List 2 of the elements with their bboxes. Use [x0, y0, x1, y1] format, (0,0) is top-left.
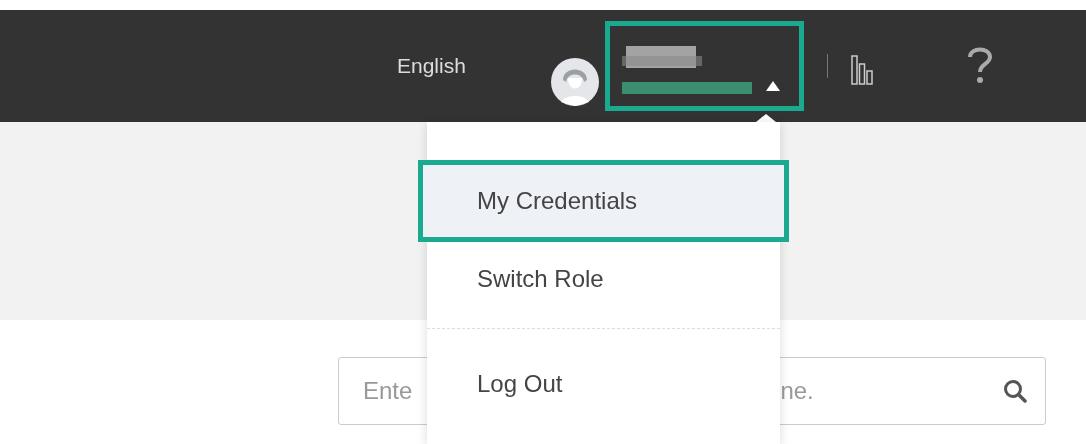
- placeholder-text: Ente: [363, 376, 413, 406]
- placeholder-text: ne.: [780, 376, 814, 406]
